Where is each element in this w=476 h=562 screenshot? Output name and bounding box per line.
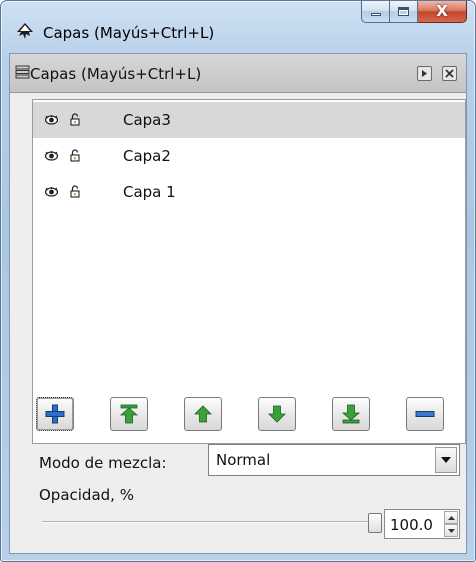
close-dock-icon	[445, 69, 454, 78]
layer-row[interactable]: Capa 1	[33, 174, 465, 210]
minus-icon	[415, 411, 435, 417]
layer-name[interactable]: Capa2	[123, 147, 171, 165]
lower-icon	[268, 405, 286, 423]
close-window-button[interactable]: X	[418, 1, 467, 23]
layers-list[interactable]: Capa3 Capa2 Capa 1	[32, 99, 466, 444]
visibility-eye-icon[interactable]	[45, 151, 58, 161]
opacity-slider-track[interactable]	[42, 521, 382, 523]
opacity-label: Opacidad, %	[39, 486, 134, 504]
iconify-icon	[422, 70, 427, 77]
visibility-eye-icon[interactable]	[45, 187, 58, 197]
dock-header[interactable]: Capas (Mayús+Ctrl+L)	[10, 54, 466, 93]
spin-down-button[interactable]	[444, 524, 458, 537]
opacity-slider-thumb[interactable]	[368, 513, 382, 533]
layer-name[interactable]: Capa3	[123, 111, 171, 129]
remove-layer-button[interactable]	[406, 397, 444, 431]
client-area: Capas (Mayús+Ctrl+L) Capa3 Capa2 Capa 1 …	[9, 53, 467, 554]
spin-up-icon	[447, 515, 455, 520]
spin-arrows	[444, 511, 458, 537]
dock-title: Capas (Mayús+Ctrl+L)	[30, 65, 202, 83]
unlocked-padlock-icon[interactable]	[70, 113, 80, 126]
layers-panel-icon	[15, 65, 30, 79]
inkscape-app-icon	[17, 23, 33, 39]
minimize-icon	[370, 13, 381, 16]
raise-to-top-button[interactable]	[110, 397, 148, 431]
layer-row[interactable]: Capa3	[33, 102, 465, 138]
raise-to-top-icon	[119, 404, 139, 424]
iconify-dock-button[interactable]	[417, 66, 432, 81]
close-dock-button[interactable]	[442, 66, 457, 81]
plus-icon	[45, 404, 65, 424]
dropdown-arrow-button[interactable]	[435, 447, 457, 473]
layers-window: Capas (Mayús+Ctrl+L) X Capas (Mayús+Ctrl…	[0, 0, 476, 562]
opacity-value[interactable]: 100.0	[390, 516, 433, 534]
blend-mode-select[interactable]: Normal	[208, 444, 460, 476]
add-layer-button[interactable]	[36, 397, 74, 431]
maximize-icon	[398, 7, 409, 16]
lower-layer-button[interactable]	[258, 397, 296, 431]
lower-to-bottom-button[interactable]	[332, 397, 370, 431]
blend-mode-value: Normal	[216, 451, 271, 469]
close-icon: X	[436, 2, 448, 20]
unlocked-padlock-icon[interactable]	[70, 185, 80, 198]
caption-buttons: X	[361, 1, 467, 25]
spin-down-icon	[447, 528, 455, 533]
raise-layer-button[interactable]	[184, 397, 222, 431]
layer-row[interactable]: Capa2	[33, 138, 465, 174]
raise-icon	[194, 405, 212, 423]
visibility-eye-icon[interactable]	[45, 115, 58, 125]
window-title: Capas (Mayús+Ctrl+L)	[43, 24, 215, 42]
maximize-button[interactable]	[390, 1, 418, 23]
title-bar[interactable]: Capas (Mayús+Ctrl+L) X	[1, 1, 475, 47]
minimize-button[interactable]	[361, 1, 390, 23]
opacity-spinbox[interactable]: 100.0	[384, 509, 460, 539]
unlocked-padlock-icon[interactable]	[70, 149, 80, 162]
chevron-down-icon	[441, 457, 451, 463]
spin-up-button[interactable]	[444, 511, 458, 524]
layer-name[interactable]: Capa 1	[123, 183, 176, 201]
blend-mode-label: Modo de mezcla:	[39, 454, 167, 472]
lower-to-bottom-icon	[341, 404, 361, 424]
